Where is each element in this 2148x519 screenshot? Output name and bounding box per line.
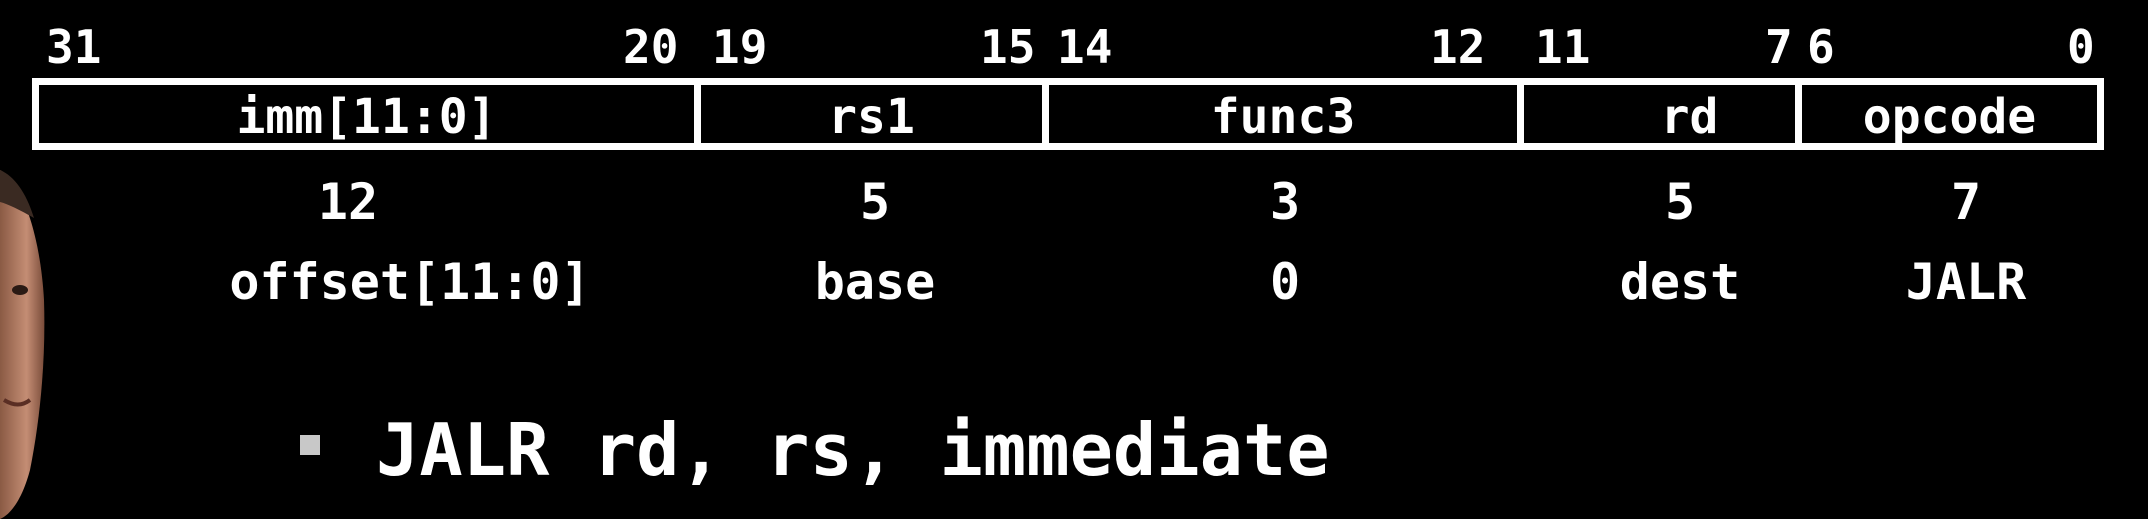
bit-position-20: 20 [623,20,679,74]
meaning-rd: dest [1619,253,1741,311]
bullet-text: JALR rd, rs, immediate [376,408,1330,492]
field-divider [1517,78,1524,150]
field-opcode: opcode [1862,89,2037,145]
field-imm: imm[11:0] [236,89,497,145]
field-divider [1042,78,1049,150]
width-imm: 12 [317,173,379,231]
bit-position-15: 15 [980,20,1036,74]
width-func3: 3 [1269,173,1301,231]
bit-position-0: 0 [2067,20,2095,74]
bit-position-7: 7 [1765,20,1793,74]
bit-position-31: 31 [46,20,102,74]
width-rs1: 5 [859,173,891,231]
field-rd: rd [1660,89,1719,145]
bit-position-19: 19 [712,20,768,74]
meaning-imm: offset[11:0] [229,253,591,311]
width-rd: 5 [1664,173,1696,231]
meaning-rs1: base [814,253,936,311]
bit-position-6: 6 [1807,20,1835,74]
meaning-opcode: JALR [1905,253,2027,311]
field-rs1: rs1 [828,89,915,145]
bit-position-12: 12 [1430,20,1486,74]
bullet-square-icon [300,435,320,455]
bit-position-11: 11 [1535,20,1591,74]
field-func3: func3 [1210,89,1356,145]
field-divider [1795,78,1802,150]
meaning-func3: 0 [1269,253,1301,311]
width-opcode: 7 [1950,173,1982,231]
field-divider [694,78,701,150]
bit-position-14: 14 [1057,20,1113,74]
presenter-photo [0,170,45,519]
